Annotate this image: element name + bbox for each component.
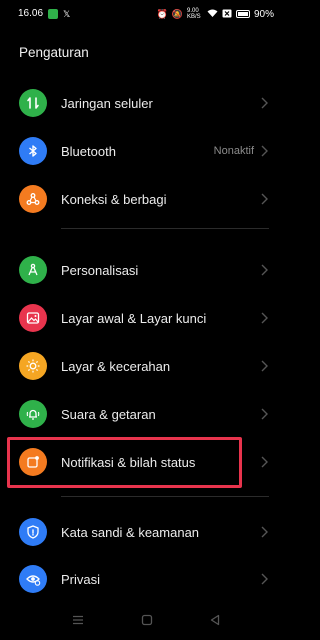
- settings-item-label: Personalisasi: [61, 263, 139, 278]
- settings-item-label: Privasi: [61, 572, 101, 587]
- personalization-icon: [19, 256, 47, 284]
- sound-vibration-icon: [19, 400, 47, 428]
- section-divider: [61, 496, 269, 497]
- settings-item-label: Koneksi & berbagi: [61, 192, 167, 207]
- navigation-bar: [0, 600, 288, 640]
- chevron-right-icon: [258, 571, 270, 587]
- battery-level: 90%: [253, 8, 274, 20]
- status-bar: 16.06 𝕏 ⏰ 🔕 9.00 KB/S 90%: [0, 0, 288, 26]
- settings-item-sound-vibration[interactable]: Suara & getaran: [0, 391, 288, 439]
- wifi-icon: [207, 9, 218, 20]
- bluetooth-status: Nonaktif: [213, 145, 254, 157]
- sim-off-icon: [222, 9, 232, 20]
- settings-item-connection-sharing[interactable]: Koneksi & berbagi: [0, 176, 288, 224]
- settings-item-label: Kata sandi & keamanan: [61, 525, 200, 540]
- chevron-right-icon: [258, 191, 270, 207]
- highlight-box: [7, 437, 242, 488]
- x-app-icon: 𝕏: [63, 8, 71, 19]
- chevron-right-icon: [258, 310, 270, 326]
- section-divider: [61, 228, 269, 229]
- bluetooth-icon: [19, 137, 47, 165]
- settings-item-cellular[interactable]: Jaringan seluler: [0, 80, 288, 128]
- privacy-icon: [19, 565, 47, 593]
- settings-item-home-lock-screen[interactable]: Layar awal & Layar kunci: [0, 295, 288, 343]
- settings-item-label: Jaringan seluler: [61, 96, 153, 111]
- chevron-right-icon: [258, 95, 270, 111]
- chevron-right-icon: [258, 143, 270, 159]
- chevron-right-icon: [258, 262, 270, 278]
- settings-item-label: Layar & kecerahan: [61, 359, 171, 374]
- status-time: 16.06: [18, 8, 44, 19]
- chevron-right-icon: [258, 524, 270, 540]
- home-button-icon[interactable]: [140, 613, 154, 627]
- home-lock-screen-icon: [19, 304, 47, 332]
- connection-share-icon: [19, 185, 47, 213]
- chevron-right-icon: [258, 358, 270, 374]
- menu-button-icon[interactable]: [71, 613, 85, 627]
- page-title: Pengaturan: [19, 45, 89, 60]
- brightness-icon: [19, 352, 47, 380]
- settings-item-personalization[interactable]: Personalisasi: [0, 247, 288, 295]
- settings-item-privacy[interactable]: Privasi: [0, 556, 288, 604]
- settings-item-label: Suara & getaran: [61, 407, 156, 422]
- settings-item-password-security[interactable]: Kata sandi & keamanan: [0, 509, 288, 557]
- alarm-icon: ⏰: [156, 9, 168, 19]
- settings-item-label: Bluetooth: [61, 144, 116, 159]
- network-speed: 9.00 KB/S: [186, 8, 201, 20]
- chevron-right-icon: [258, 406, 270, 422]
- battery-icon: [235, 10, 250, 18]
- settings-item-display-brightness[interactable]: Layar & kecerahan: [0, 343, 288, 391]
- back-button-icon[interactable]: [208, 613, 222, 627]
- security-shield-icon: [19, 518, 47, 546]
- cellular-data-icon: [19, 89, 47, 117]
- app-notification-icon: [48, 8, 59, 19]
- settings-item-label: Layar awal & Layar kunci: [61, 311, 207, 326]
- mute-icon: 🔕: [171, 9, 183, 19]
- settings-item-bluetooth[interactable]: Bluetooth Nonaktif: [0, 128, 288, 176]
- chevron-right-icon: [258, 454, 270, 470]
